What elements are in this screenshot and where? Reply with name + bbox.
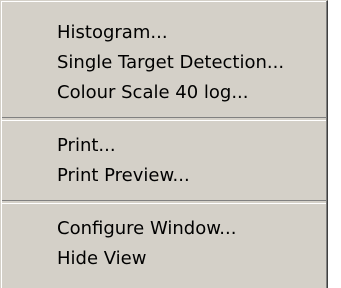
menu-item-configure-window[interactable]: Configure Window... xyxy=(1,214,327,244)
menu-item-print-preview[interactable]: Print Preview... xyxy=(1,161,327,191)
menu-separator xyxy=(2,117,326,121)
context-menu: Histogram... Single Target Detection... … xyxy=(0,0,328,288)
menu-item-histogram[interactable]: Histogram... xyxy=(1,18,327,48)
background-area xyxy=(328,0,341,288)
menu-item-colour-scale[interactable]: Colour Scale 40 log... xyxy=(1,78,327,108)
menu-separator xyxy=(2,200,326,204)
menu-item-print[interactable]: Print... xyxy=(1,131,327,161)
menu-item-hide-view[interactable]: Hide View xyxy=(1,244,327,274)
menu-item-single-target-detection[interactable]: Single Target Detection... xyxy=(1,48,327,78)
